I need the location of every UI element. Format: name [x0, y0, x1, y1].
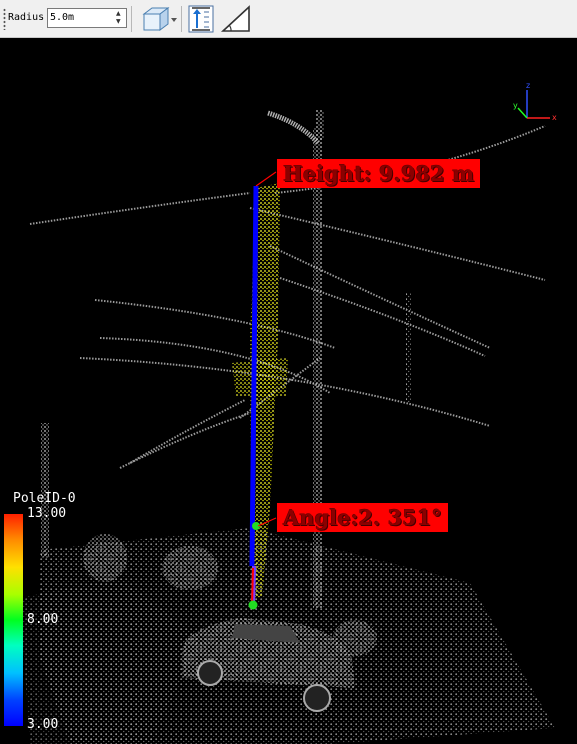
- spin-arrows: ▲ ▼: [114, 9, 126, 27]
- pole-crossarm-points: [232, 358, 288, 396]
- spin-up-icon[interactable]: ▲: [116, 11, 121, 17]
- height-callout: Height: 9.982 m: [277, 159, 481, 188]
- cube-view-icon[interactable]: [140, 4, 178, 34]
- street-lamp-head: [316, 110, 324, 140]
- street-lamp-arm: [267, 110, 320, 145]
- bush: [83, 534, 127, 582]
- axis-label-y: y: [513, 101, 518, 110]
- toolbar-separator: [131, 6, 132, 32]
- street-lamp-pole: [313, 128, 322, 608]
- distant-pole: [406, 293, 411, 403]
- bush: [162, 546, 218, 590]
- toolbar: Radius 5.0m ▲ ▼: [0, 0, 577, 38]
- angle-callout: Angle:2. 351°: [277, 503, 448, 532]
- radius-value[interactable]: 5.0m: [50, 12, 74, 23]
- spin-down-icon[interactable]: ▼: [116, 19, 121, 25]
- colorbar: [4, 514, 23, 726]
- radius-label: Radius: [8, 12, 45, 23]
- axis-label-x: x: [552, 113, 557, 122]
- colorbar-min-label: 3.00: [27, 717, 59, 732]
- colorbar-max-label: 13.00: [27, 506, 67, 521]
- colorbar-mid-label: 8.00: [27, 612, 59, 627]
- toolbar-separator: [181, 6, 182, 32]
- point-cloud-render: z x y: [20, 81, 557, 744]
- angle-measure-icon[interactable]: [220, 4, 252, 34]
- axis-label-z: z: [526, 81, 530, 90]
- toolbar-grip-handle[interactable]: [3, 8, 6, 30]
- angle-reference-line: [251, 567, 254, 607]
- axis-gizmo: z x y: [513, 81, 557, 122]
- height-leader-line: [255, 171, 277, 187]
- colorbar-title: PoleID-0: [13, 491, 76, 506]
- vertical-measure-icon[interactable]: [186, 4, 216, 34]
- radius-spinbox[interactable]: 5.0m ▲ ▼: [47, 8, 127, 28]
- point-cloud-viewport[interactable]: z x y Height: 9.982 m Angle:2. 351° Pole…: [0, 38, 577, 744]
- pole-base-marker: [248, 600, 258, 610]
